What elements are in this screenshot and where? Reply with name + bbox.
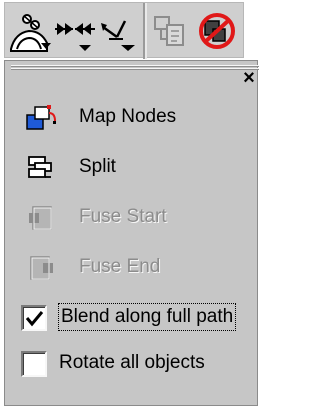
fuse-end-label: Fuse End — [79, 256, 161, 277]
copy-blend-button[interactable] — [149, 9, 193, 55]
checkmark-icon — [25, 311, 44, 327]
close-button[interactable]: × — [241, 68, 257, 88]
map-nodes-icon — [25, 103, 57, 133]
fuse-start-icon — [25, 203, 57, 233]
clear-blend-icon — [199, 13, 235, 49]
split-label: Split — [79, 156, 116, 177]
rotate-all-objects-checkbox[interactable] — [21, 351, 47, 377]
blend-steps-button[interactable] — [53, 9, 97, 55]
blend-docker-panel: × Map Nodes Split Fuse Start Fuse End Bl… — [4, 60, 259, 406]
fuse-start-label: Fuse Start — [79, 206, 167, 227]
split-icon — [25, 153, 57, 183]
copy-blend-icon — [154, 16, 184, 46]
blend-along-full-path-option[interactable]: Blend along full path — [21, 301, 257, 335]
fuse-end-button[interactable]: Fuse End — [17, 247, 249, 287]
fuse-end-icon — [25, 253, 57, 283]
toolbar-group-copy-clear — [145, 3, 245, 59]
blend-direction-icon — [101, 20, 135, 51]
map-nodes-label: Map Nodes — [79, 106, 177, 127]
blend-steps-icon — [55, 23, 95, 51]
clear-blend-button[interactable] — [195, 9, 239, 55]
blend-preset-button[interactable] — [7, 9, 51, 55]
blend-direction-button[interactable] — [97, 9, 141, 55]
rotate-all-objects-option[interactable]: Rotate all objects — [21, 347, 257, 381]
toolbar-group-blend — [5, 3, 143, 59]
blend-along-full-path-checkbox[interactable] — [21, 305, 47, 331]
fuse-start-button[interactable]: Fuse Start — [17, 197, 249, 237]
rotate-all-objects-label: Rotate all objects — [59, 352, 205, 373]
blend-along-full-path-label: Blend along full path — [57, 303, 237, 331]
blend-preset-icon — [10, 14, 51, 52]
split-button[interactable]: Split — [17, 147, 249, 187]
property-toolbar — [4, 2, 245, 59]
map-nodes-button[interactable]: Map Nodes — [17, 97, 249, 137]
